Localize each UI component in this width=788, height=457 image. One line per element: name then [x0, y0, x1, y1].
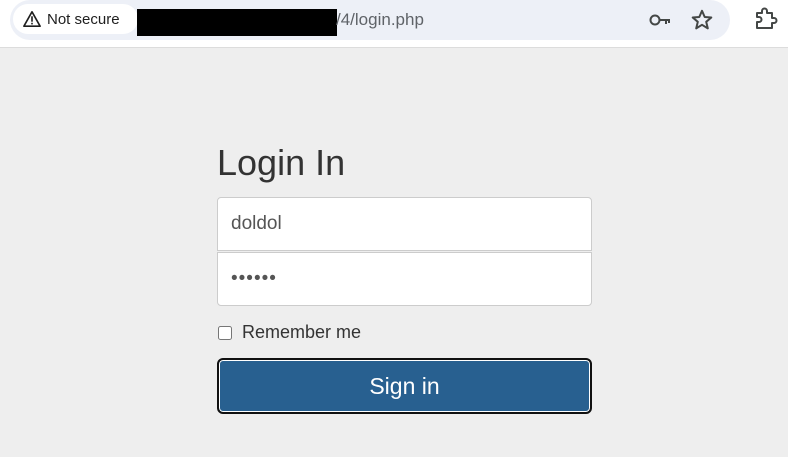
remember-me-label: Remember me [242, 322, 362, 342]
username-input[interactable] [217, 197, 592, 251]
sign-in-button[interactable]: Sign in [217, 358, 592, 414]
remember-me-checkbox[interactable] [218, 325, 232, 340]
key-icon[interactable] [648, 8, 672, 32]
password-input[interactable] [217, 252, 592, 306]
security-label: Not secure [47, 10, 120, 28]
url-path: /4/login.php [336, 10, 424, 29]
security-chip[interactable]: Not secure [13, 4, 138, 34]
warning-icon [23, 10, 41, 28]
bookmark-star-icon[interactable] [690, 8, 714, 32]
page-title: Login In [217, 142, 346, 183]
extensions-puzzle-icon[interactable] [752, 6, 778, 32]
redacted-host [137, 9, 337, 36]
address-bar[interactable]: Not secure /4/login.php [10, 0, 730, 40]
remember-me-control[interactable]: Remember me [217, 322, 361, 343]
browser-toolbar: Not secure /4/login.php [0, 0, 788, 48]
